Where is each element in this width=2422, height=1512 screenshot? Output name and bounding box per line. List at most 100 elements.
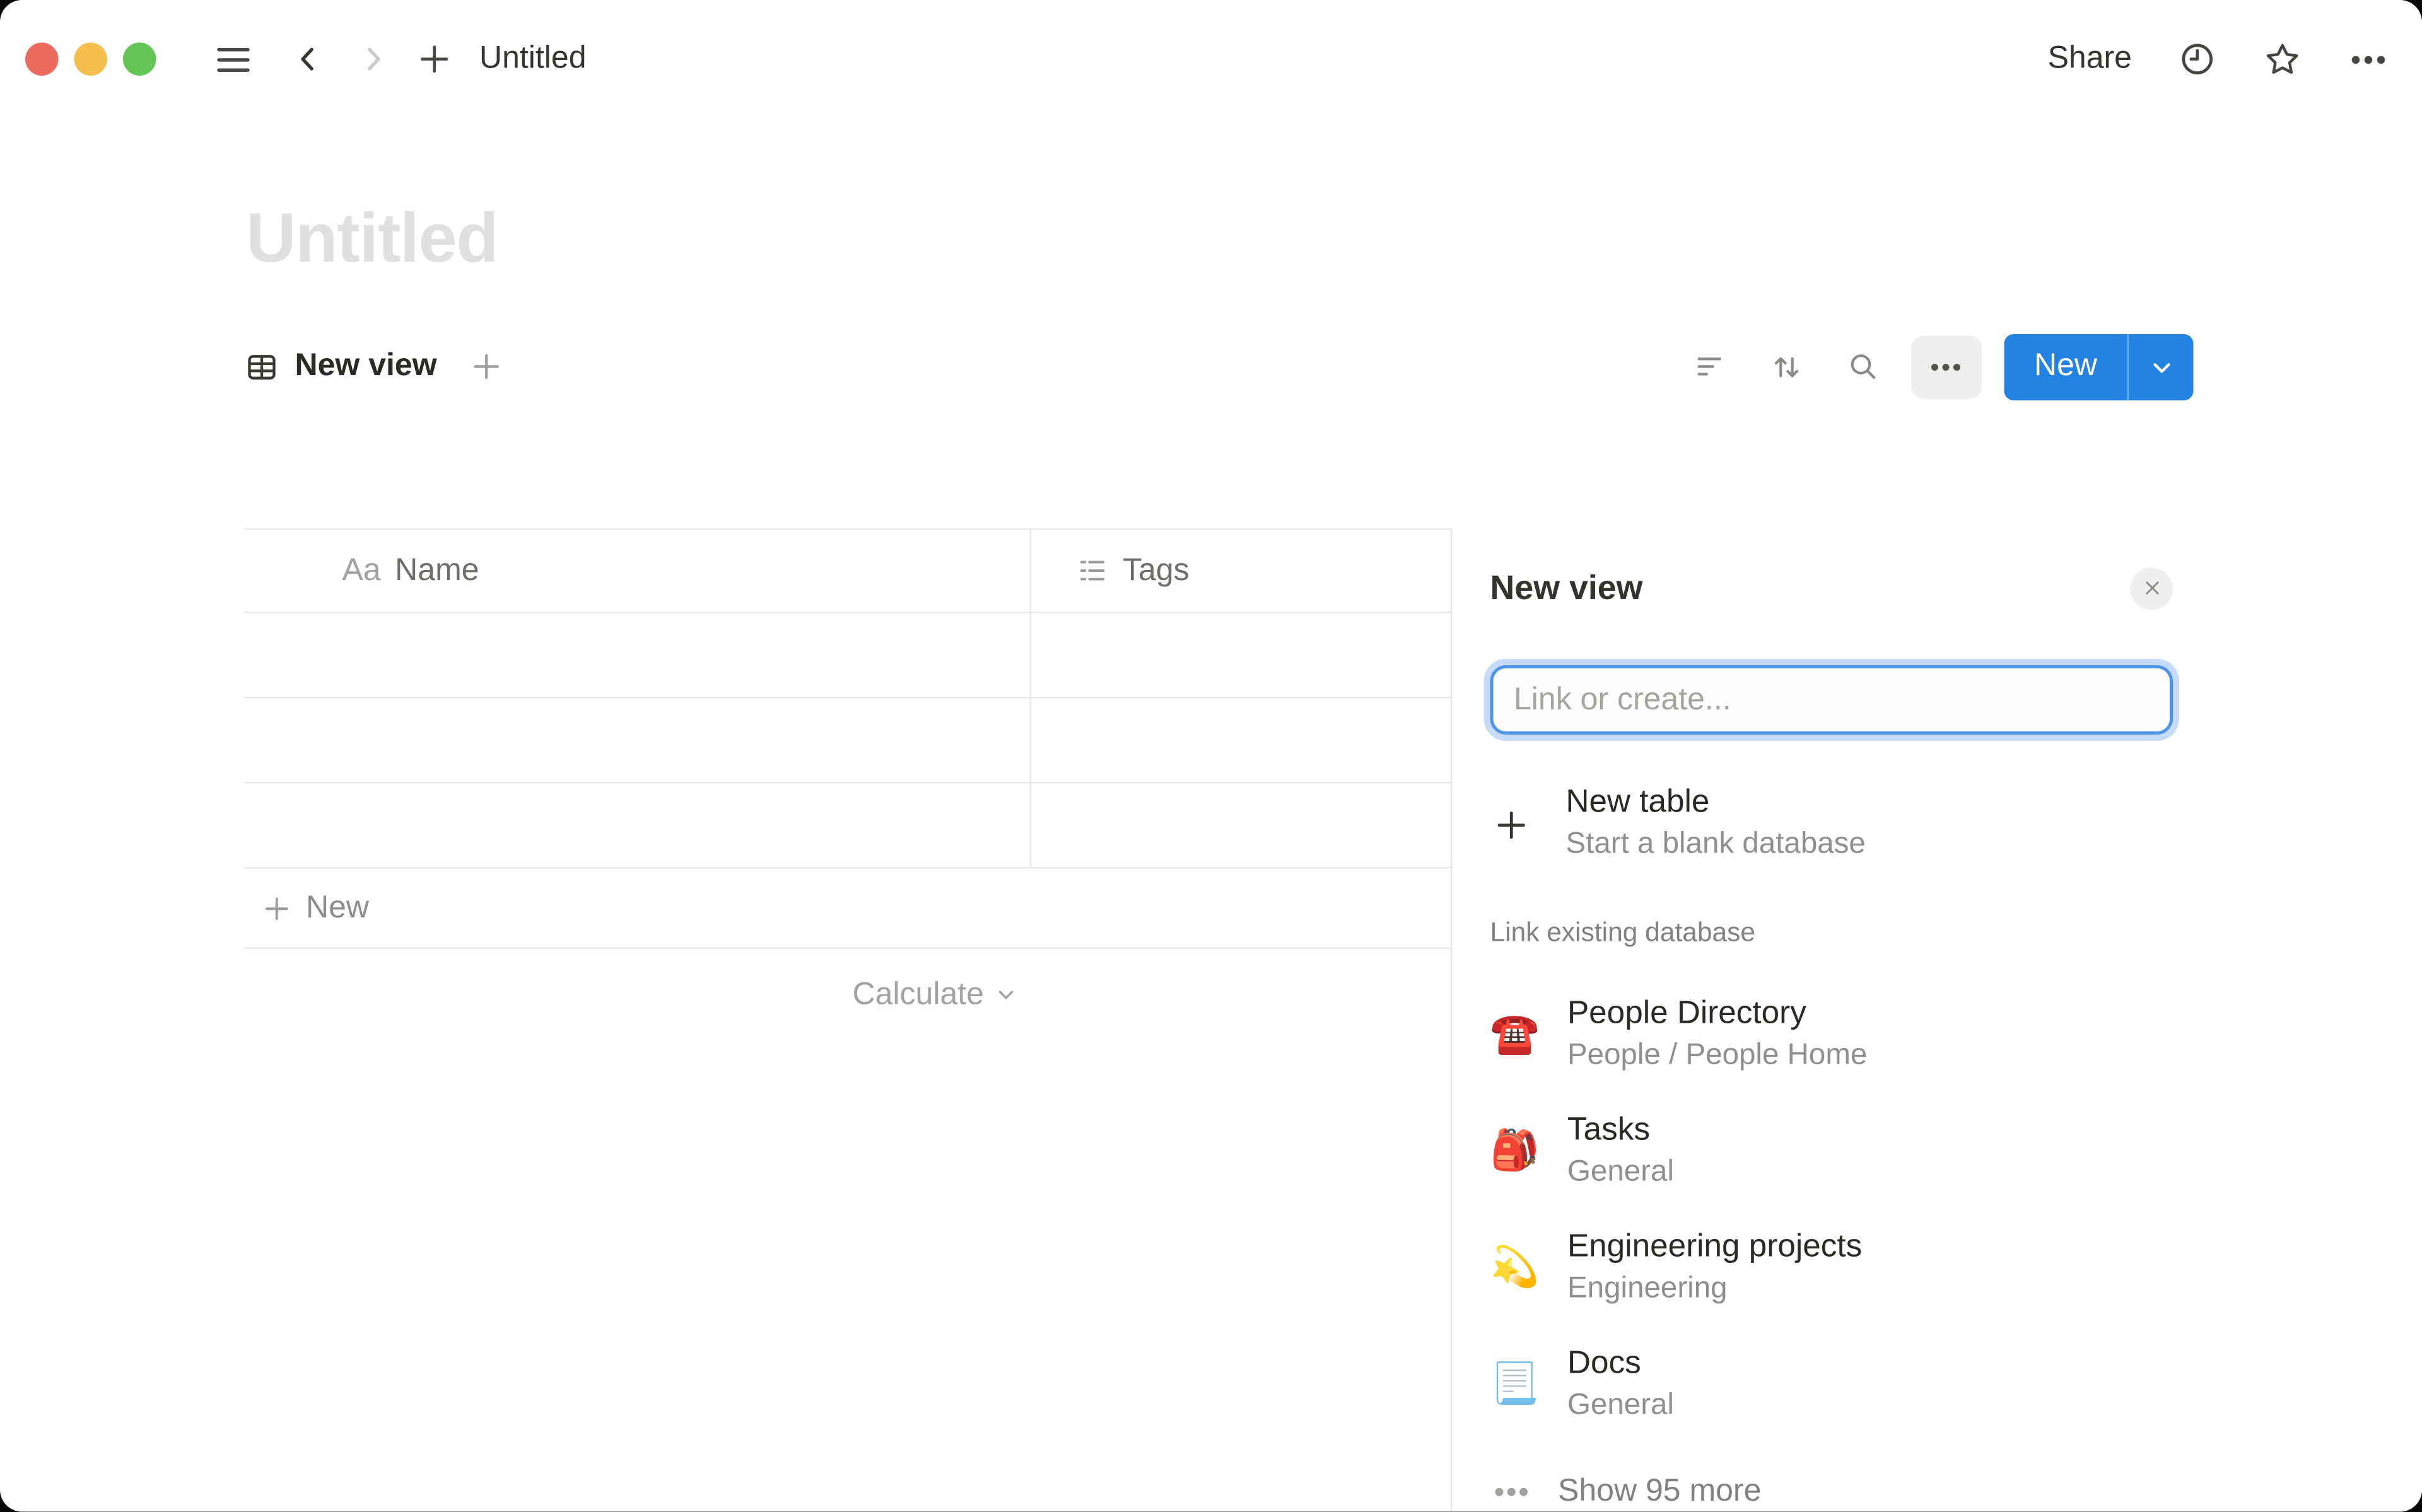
zoom-window-button[interactable] [123, 43, 156, 76]
new-table-title: New table [1566, 784, 1866, 822]
topbar-actions: Share [2048, 38, 2389, 79]
favorite-button[interactable] [2263, 40, 2303, 79]
link-existing-section-label: Link existing database [1490, 917, 2173, 949]
database-list-item[interactable]: 📃 Docs General [1490, 1326, 2173, 1443]
database-emoji-icon: 💫 [1490, 1248, 1533, 1288]
database-emoji-icon: 📃 [1490, 1364, 1533, 1404]
filter-icon [1694, 350, 1727, 383]
calculate-row: Calculate [245, 949, 1451, 1040]
plus-icon [416, 41, 453, 78]
table-header-row: Aa Name Tags [245, 530, 1451, 614]
table-row[interactable] [245, 614, 1451, 699]
panel-close-button[interactable] [2131, 567, 2173, 610]
minimize-window-button[interactable] [74, 43, 108, 76]
add-view-button[interactable] [470, 350, 503, 383]
table-body [245, 614, 1451, 869]
database-emoji-icon: ☎️ [1490, 1015, 1533, 1054]
table-view-icon [245, 349, 279, 384]
link-or-create-input[interactable] [1494, 682, 2170, 718]
clock-icon [2178, 40, 2218, 79]
plus-icon [262, 893, 292, 923]
add-row-label: New [306, 890, 369, 926]
close-icon [2141, 577, 2163, 599]
collection-toolbar-actions: New [1694, 334, 2194, 400]
database-title: Tasks [1567, 1112, 1674, 1149]
chevron-left-icon [292, 43, 325, 76]
ellipsis-icon [1490, 1472, 1533, 1511]
panel-title: New view [1490, 568, 1643, 608]
database-list-item[interactable]: 💫 Engineering projects Engineering [1490, 1209, 2173, 1326]
plus-icon [470, 350, 503, 383]
new-table-subtitle: Start a blank database [1566, 828, 1866, 863]
column-header-name[interactable]: Aa Name [245, 530, 1030, 612]
stage: Untitled Share [0, 0, 2422, 1512]
database-title: Engineering projects [1567, 1228, 1862, 1266]
filter-button[interactable] [1694, 350, 1727, 383]
chevron-down-icon [2148, 354, 2173, 379]
calculate-button[interactable]: Calculate [245, 949, 1030, 1040]
breadcrumb-page-title[interactable]: Untitled [479, 41, 587, 78]
new-record-dropdown[interactable] [2129, 334, 2194, 400]
panel-header: New view [1490, 563, 2173, 614]
database-title: Docs [1567, 1345, 1674, 1383]
database-subtitle: People / People Home [1567, 1039, 1867, 1074]
table-cell-name[interactable] [245, 614, 1030, 697]
new-page-button[interactable] [416, 41, 453, 78]
aa-icon: Aa [342, 552, 381, 589]
table-cell-name[interactable] [245, 784, 1030, 868]
nav-back-button[interactable] [292, 43, 325, 76]
table-cell-name[interactable] [245, 699, 1030, 782]
search-icon [1846, 350, 1880, 383]
database-table: Aa Name Tags [245, 528, 1451, 1041]
database-list-item[interactable]: 🎒 Tasks General [1490, 1093, 2173, 1209]
list-icon [1077, 555, 1109, 586]
collection-toolbar: New view [245, 333, 2194, 401]
star-icon [2263, 40, 2303, 79]
database-list: ☎️ People Directory People / People Home… [1490, 976, 2173, 1443]
show-more-label: Show 95 more [1558, 1473, 1761, 1509]
close-window-button[interactable] [25, 43, 59, 76]
hamburger-icon [213, 38, 254, 79]
app-window: Untitled Share [0, 0, 2422, 1512]
sort-button[interactable] [1769, 349, 1804, 384]
database-emoji-icon: 🎒 [1490, 1131, 1533, 1171]
database-subtitle: General [1567, 1389, 1674, 1424]
view-options-button[interactable] [1911, 335, 1982, 398]
database-subtitle: General [1567, 1156, 1674, 1190]
column-label: Tags [1123, 552, 1190, 589]
table-cell-tags[interactable] [1030, 614, 1451, 697]
calculate-label: Calculate [853, 977, 984, 1013]
database-list-item[interactable]: ☎️ People Directory People / People Home [1490, 976, 2173, 1093]
column-label: Name [395, 552, 479, 589]
table-row[interactable] [245, 699, 1451, 784]
plus-icon [1490, 784, 1531, 863]
sort-icon [1769, 349, 1804, 384]
table-row[interactable] [245, 784, 1451, 869]
view-tab-label: New view [295, 349, 437, 385]
database-subtitle: Engineering [1567, 1272, 1862, 1307]
ellipsis-icon [2348, 38, 2389, 79]
page-content: Untitled New view [0, 119, 2422, 1512]
new-table-option[interactable]: New table Start a blank database [1490, 784, 2173, 863]
updates-button[interactable] [2178, 40, 2218, 79]
tab-new-view[interactable]: New view [245, 349, 437, 385]
new-view-panel: New view [1451, 528, 2422, 1512]
sidebar-toggle-button[interactable] [213, 38, 254, 79]
link-or-create-field [1490, 665, 2173, 735]
chevron-down-icon [995, 984, 1017, 1006]
share-button[interactable]: Share [2048, 41, 2132, 78]
page-title[interactable]: Untitled [246, 201, 498, 279]
table-cell-tags[interactable] [1030, 784, 1451, 868]
chevron-right-icon [356, 43, 390, 76]
add-row-button[interactable]: New [245, 869, 1451, 950]
nav-forward-button[interactable] [356, 43, 390, 76]
database-title: People Directory [1567, 995, 1867, 1033]
search-button[interactable] [1846, 350, 1880, 383]
page-menu-button[interactable] [2348, 38, 2389, 79]
table-cell-tags[interactable] [1030, 699, 1451, 782]
topbar: Untitled Share [0, 0, 2422, 119]
ellipsis-icon [1928, 347, 1965, 385]
new-record-button[interactable]: New [2004, 334, 2193, 400]
show-more-button[interactable]: Show 95 more [1490, 1460, 1762, 1512]
column-header-tags[interactable]: Tags [1030, 530, 1451, 612]
